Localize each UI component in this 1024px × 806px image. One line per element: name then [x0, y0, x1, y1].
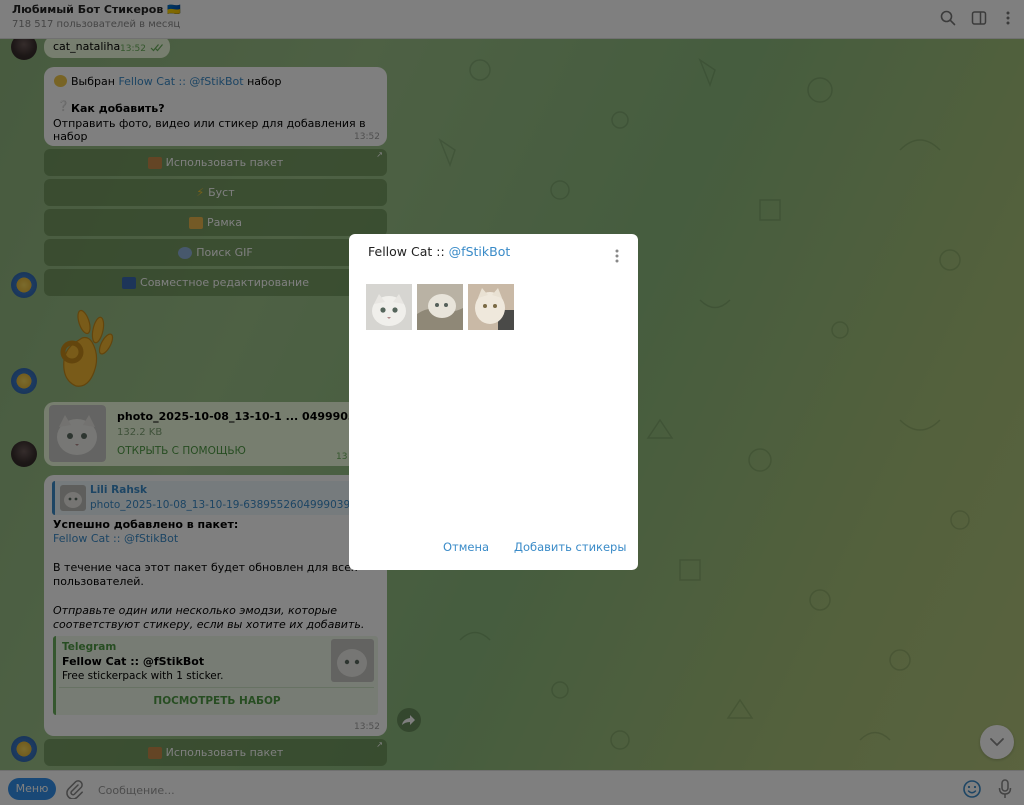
add-stickers-button[interactable]: Добавить стикеры	[514, 540, 626, 554]
dialog-title-text: Fellow Cat ::	[368, 244, 445, 259]
dialog-title: Fellow Cat :: @fStikBot	[368, 244, 510, 259]
sticker-thumbnail[interactable]	[417, 284, 463, 330]
cancel-button[interactable]: Отмена	[443, 540, 489, 554]
more-vertical-icon[interactable]	[611, 248, 623, 264]
sticker-thumbnail[interactable]	[366, 284, 412, 330]
sticker-pack-dialog: Fellow Cat :: @fStikBot Отмена Добавить …	[349, 234, 638, 570]
dialog-bot-link[interactable]: @fStikBot	[449, 244, 511, 259]
sticker-thumbnail[interactable]	[468, 284, 514, 330]
